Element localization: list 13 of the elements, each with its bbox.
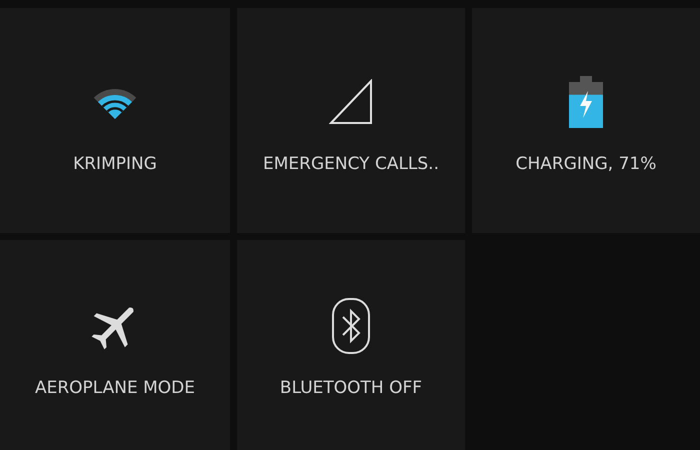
tile-label: EMERGENCY CALLS.. (263, 154, 439, 174)
tile-label: KRIMPING (73, 154, 157, 174)
tile-label: CHARGING, 71% (516, 154, 656, 174)
quick-settings-tile[interactable]: EMERGENCY CALLS.. (237, 8, 465, 233)
quick-settings-tile[interactable]: AEROPLANE MODE (0, 240, 230, 450)
tile-label: BLUETOOTH OFF (280, 378, 422, 398)
quick-settings-tile[interactable]: CHARGING, 71% (472, 8, 700, 233)
signal-icon (329, 79, 373, 125)
quick-settings-tile[interactable]: BLUETOOTH OFF (237, 240, 465, 450)
tile-label: AEROPLANE MODE (34, 378, 196, 398)
quick-settings-tile[interactable]: KRIMPING (0, 8, 230, 233)
bluetooth-icon (332, 298, 370, 354)
battery-icon (569, 76, 603, 128)
